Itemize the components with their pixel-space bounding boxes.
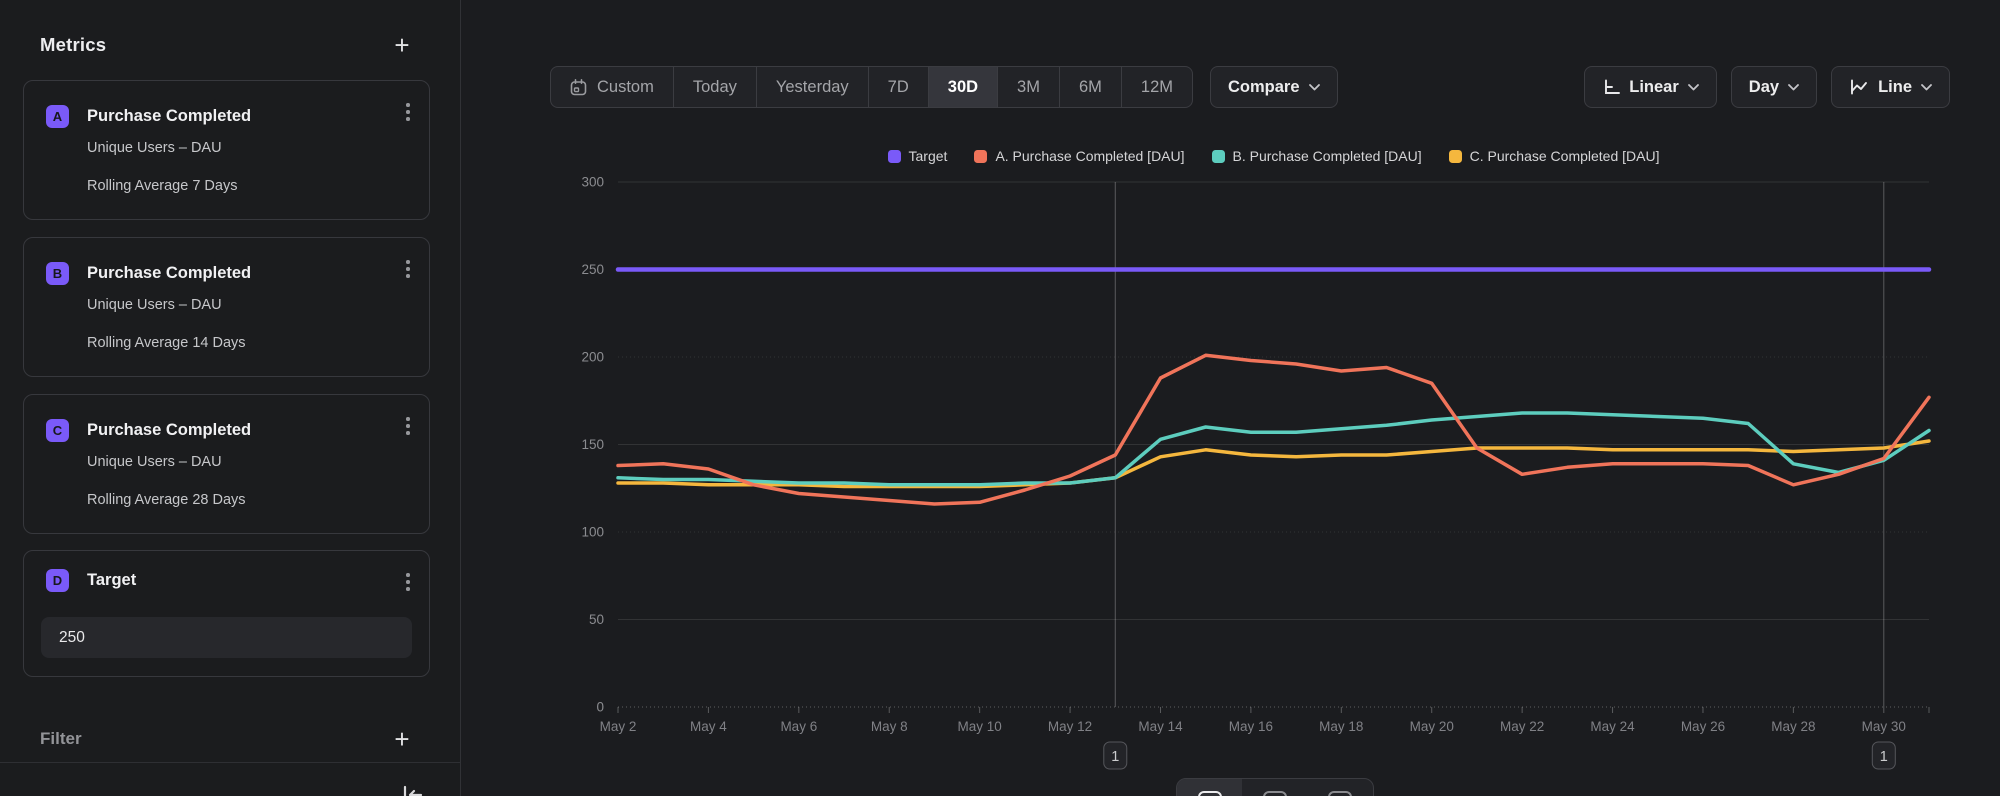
metrics-sidebar: Metrics + A Purchase Completed Unique User… [0,0,461,796]
metric-card: C Purchase Completed Unique Users – DAU Rol… [23,394,430,534]
view-toggle [1176,778,1374,796]
x-axis-label: May 4 [690,719,727,734]
split-view-icon[interactable] [1308,779,1373,796]
x-axis-label: May 30 [1862,719,1906,734]
svg-text:1: 1 [1880,749,1888,765]
chart-view-icon[interactable] [1177,779,1242,796]
target-title: Target [87,571,136,590]
metric-title: Purchase Completed [87,264,251,283]
chart-panel: CustomTodayYesterday7D30D3M6M12M Compare… [461,0,2000,796]
x-axis-label: May 20 [1410,719,1454,734]
metrics-header: Metrics + [40,30,416,60]
y-axis-label: 50 [589,612,604,627]
table-view-icon[interactable] [1242,779,1307,796]
x-axis-label: May 6 [780,719,817,734]
x-axis-label: May 24 [1590,719,1635,734]
x-axis-label: May 28 [1771,719,1815,734]
metric-badge: C [46,419,69,442]
kebab-menu-icon[interactable] [395,567,421,597]
metric-card: A Purchase Completed Unique Users – DAU Rol… [23,80,430,220]
filter-section: Filter + [40,724,416,754]
x-axis-label: May 16 [1229,719,1273,734]
metric-title: Purchase Completed [87,421,251,440]
kebab-menu-icon[interactable] [395,97,421,127]
metric-badge: A [46,105,69,128]
y-axis-label: 300 [581,175,604,190]
metrics-title: Metrics [40,34,106,56]
x-axis-label: May 22 [1500,719,1544,734]
x-axis-label: May 14 [1138,719,1183,734]
target-value-input[interactable] [41,617,412,658]
add-metric-button[interactable]: + [388,31,416,59]
y-axis-label: 250 [581,262,604,277]
svg-text:1: 1 [1111,749,1119,765]
filter-title: Filter [40,729,82,749]
add-filter-button[interactable]: + [388,725,416,753]
kebab-menu-icon[interactable] [395,411,421,441]
metric-measure: Unique Users – DAU [87,140,222,156]
kebab-menu-icon[interactable] [395,254,421,284]
x-axis-label: May 26 [1681,719,1725,734]
x-axis-label: May 18 [1319,719,1363,734]
metric-badge: D [46,569,69,592]
annotation-badge[interactable]: 1 [1872,742,1895,769]
target-card: D Target [23,550,430,677]
x-axis-label: May 12 [1048,719,1092,734]
collapse-sidebar-icon[interactable] [399,781,427,796]
y-axis-label: 0 [596,700,604,715]
line-chart: 0 50 100 150 200 250 300 May 2 May 4 May 6 May 8 Ma… [461,0,2000,796]
metric-measure: Unique Users – DAU [87,454,222,470]
metric-measure: Unique Users – DAU [87,297,222,313]
sidebar-divider [0,762,460,763]
metric-rolling-average: Rolling Average 14 Days [87,335,246,351]
x-axis-label: May 8 [871,719,908,734]
y-axis-label: 200 [581,350,604,365]
annotation-badge[interactable]: 1 [1104,742,1127,769]
metric-rolling-average: Rolling Average 28 Days [87,492,246,508]
metric-rolling-average: Rolling Average 7 Days [87,178,237,194]
x-axis-label: May 10 [958,719,1002,734]
metric-title: Purchase Completed [87,107,251,126]
y-axis-label: 150 [581,437,604,452]
metric-badge: B [46,262,69,285]
x-axis-label: May 2 [600,719,637,734]
metric-card: B Purchase Completed Unique Users – DAU Rol… [23,237,430,377]
y-axis-label: 100 [581,525,604,540]
